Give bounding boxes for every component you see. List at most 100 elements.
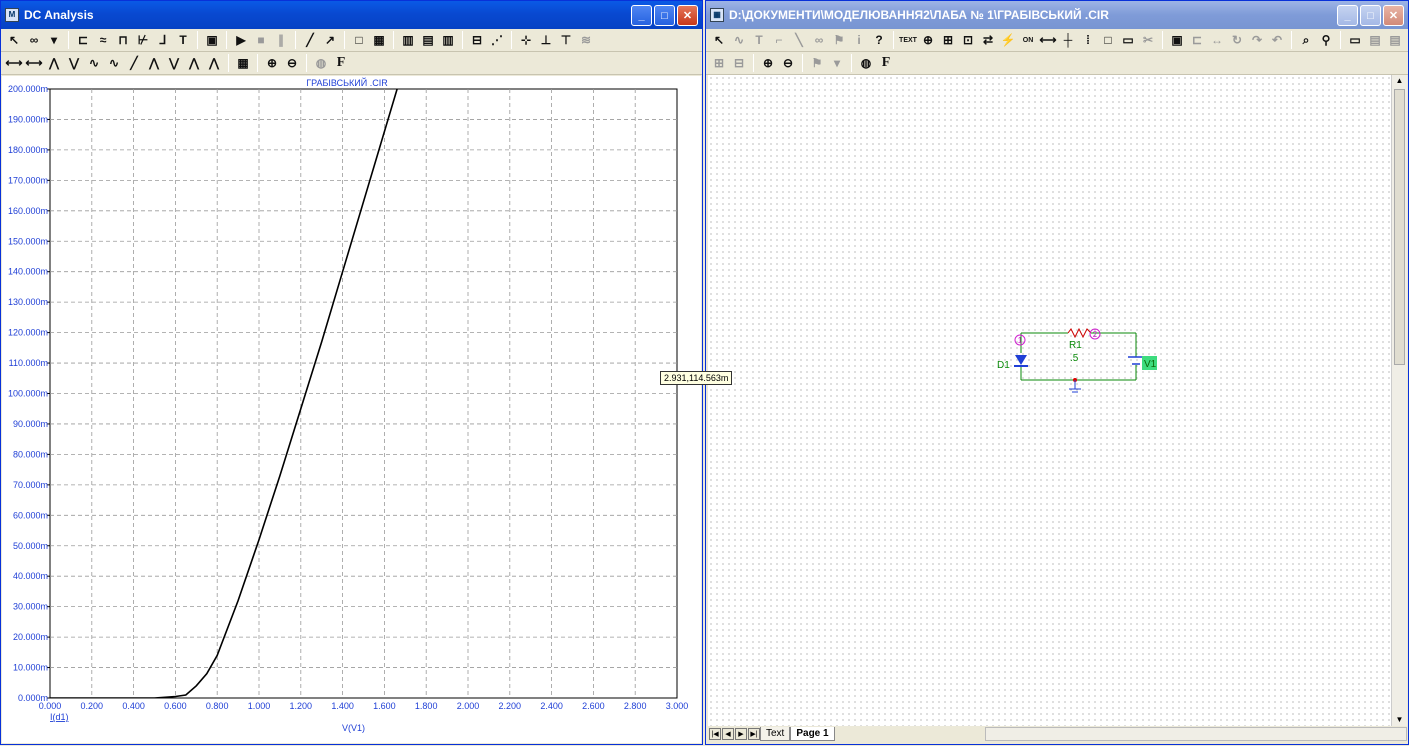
horizontal-scrollbar[interactable] — [984, 727, 1407, 741]
font-icon[interactable]: F — [332, 54, 350, 72]
scroll-thumb[interactable] — [1394, 89, 1405, 365]
dc-transfer-chart[interactable]: 0.000 0.200 0.400 0.600 0.800 1.000 1.200 1.400… — [2, 76, 701, 743]
minimize-button[interactable]: _ — [1337, 5, 1358, 26]
pin-icon[interactable]: ⊞ — [939, 31, 957, 49]
ortho-wire-icon[interactable]: ⌐ — [770, 31, 788, 49]
text-tool-icon[interactable]: T — [750, 31, 768, 49]
attribute-icon[interactable]: ⊡ — [959, 31, 977, 49]
cursor-low-icon[interactable]: ⊤ — [557, 31, 575, 49]
diag-wire-icon[interactable]: ╲ — [790, 31, 808, 49]
slope-icon[interactable]: ⊬ — [134, 31, 152, 49]
tab-text[interactable]: Text — [760, 727, 791, 741]
circuit-diagram[interactable]: 1 2 D1 R1 .5 V1 — [708, 75, 1391, 726]
zoom-in-icon[interactable]: ⊕ — [263, 54, 281, 72]
waveform-icon[interactable]: ≈ — [94, 31, 112, 49]
scale-icon[interactable]: ⊏ — [74, 31, 92, 49]
cross-icon[interactable]: ┼ — [1059, 31, 1077, 49]
probe-icon[interactable]: ∞ — [25, 31, 43, 49]
select-arrow-icon[interactable]: ↖ — [5, 31, 23, 49]
top-icon[interactable]: ⋀ — [185, 54, 203, 72]
box-icon[interactable]: □ — [350, 31, 368, 49]
low-icon[interactable]: ∿ — [105, 54, 123, 72]
on-icon[interactable]: ON — [1019, 31, 1037, 49]
label-curve-icon[interactable]: ⅃ — [154, 31, 172, 49]
resistor-r1[interactable] — [1067, 327, 1092, 339]
table-icon[interactable]: ▦ — [234, 54, 252, 72]
prev-page-icon[interactable]: ◀ — [722, 728, 734, 740]
color-icon[interactable]: ◍ — [312, 54, 330, 72]
global-low-icon[interactable]: ⋁ — [165, 54, 183, 72]
flag-icon[interactable]: ⚑ — [830, 31, 848, 49]
schematic-titlebar[interactable]: ▦ D:\ДОКУМЕНТИ\МОДЕЛЮВАННЯ2\ЛАБА № 1\ГРА… — [706, 1, 1408, 29]
find-icon[interactable]: ⌕ — [1297, 31, 1315, 49]
next-page-icon[interactable]: ▶ — [735, 728, 747, 740]
dropdown-arrow-icon[interactable]: ▾ — [828, 54, 846, 72]
maximize-button[interactable]: □ — [654, 5, 675, 26]
flag-icon[interactable]: ⚑ — [808, 54, 826, 72]
text-icon[interactable]: T — [174, 31, 192, 49]
help-icon[interactable]: ? — [870, 31, 888, 49]
maximize-button[interactable]: □ — [1360, 5, 1381, 26]
first-page-icon[interactable]: |◀ — [709, 728, 721, 740]
scroll-down-icon[interactable]: ▼ — [1394, 715, 1405, 725]
color-icon[interactable]: ◍ — [857, 54, 875, 72]
current-icon[interactable]: ⇄ — [979, 31, 997, 49]
display-icon[interactable]: ▭ — [1346, 31, 1364, 49]
properties-icon[interactable]: ▣ — [203, 31, 221, 49]
zoom-out-icon[interactable]: ⊖ — [283, 54, 301, 72]
peak-icon[interactable]: ⊓ — [114, 31, 132, 49]
binoculars-icon[interactable]: ⚲ — [1317, 31, 1335, 49]
page-del-icon[interactable]: ⊟ — [730, 54, 748, 72]
title-block-icon[interactable]: ▭ — [1119, 31, 1137, 49]
grid-icon[interactable]: ▦ — [370, 31, 388, 49]
border-icon[interactable]: □ — [1099, 31, 1117, 49]
cursor-high-icon[interactable]: ⊥ — [537, 31, 555, 49]
line-icon[interactable]: ⟷ — [1039, 31, 1057, 49]
cursor-left-icon[interactable]: ⟷ — [5, 54, 23, 72]
properties-icon[interactable]: ▣ — [1168, 31, 1186, 49]
zoom-in-icon[interactable]: ⊕ — [759, 54, 777, 72]
rotate-icon[interactable]: ↻ — [1228, 31, 1246, 49]
cursor-right-icon[interactable]: ⟷ — [25, 54, 43, 72]
stop-icon[interactable]: ■ — [252, 31, 270, 49]
node-numbers-icon[interactable]: ⊕ — [919, 31, 937, 49]
diode-d1[interactable] — [1015, 355, 1027, 365]
grid-both-icon[interactable]: ▥ — [439, 31, 457, 49]
schematic-canvas[interactable]: 1 2 D1 R1 .5 V1 — [708, 75, 1391, 726]
valley-find-icon[interactable]: ⋁ — [65, 54, 83, 72]
zoom-out-icon[interactable]: ⊖ — [779, 54, 797, 72]
bottom-icon[interactable]: ⋀ — [205, 54, 223, 72]
power-icon[interactable]: ⚡ — [999, 31, 1017, 49]
probe-icon[interactable]: ∞ — [810, 31, 828, 49]
text-icon[interactable]: TEXT — [899, 31, 917, 49]
info-icon[interactable]: i — [850, 31, 868, 49]
minimize-button[interactable]: _ — [631, 5, 652, 26]
close-button[interactable]: ✕ — [677, 5, 698, 26]
mirror-icon[interactable]: ↔ — [1208, 31, 1226, 49]
run-icon[interactable]: ▶ — [232, 31, 250, 49]
layer2-icon[interactable]: ▤ — [1386, 31, 1404, 49]
close-button[interactable]: ✕ — [1383, 5, 1404, 26]
wire-icon[interactable]: ∿ — [730, 31, 748, 49]
peak-find-icon[interactable]: ⋀ — [45, 54, 63, 72]
global-high-icon[interactable]: ⋀ — [145, 54, 163, 72]
grid-h-icon[interactable]: ▥ — [399, 31, 417, 49]
animate-icon[interactable]: ≋ — [577, 31, 595, 49]
vertical-scrollbar[interactable]: ▲ ▼ — [1391, 75, 1407, 726]
align-icon[interactable]: ⊏ — [1188, 31, 1206, 49]
dropdown-arrow-icon[interactable]: ▾ — [45, 31, 63, 49]
undo-icon[interactable]: ↶ — [1268, 31, 1286, 49]
dc-analysis-titlebar[interactable]: M DC Analysis _ □ ✕ — [1, 1, 702, 29]
page-add-icon[interactable]: ⊞ — [710, 54, 728, 72]
cursor-mode-icon[interactable]: ⊹ — [517, 31, 535, 49]
cut-icon[interactable]: ✂ — [1139, 31, 1157, 49]
tab-page-1[interactable]: Page 1 — [790, 727, 835, 741]
inflection-icon[interactable]: ╱ — [125, 54, 143, 72]
tokens-icon[interactable]: ⊟ — [468, 31, 486, 49]
high-icon[interactable]: ∿ — [85, 54, 103, 72]
redo-icon[interactable]: ↷ — [1248, 31, 1266, 49]
line-icon[interactable]: ╱ — [301, 31, 319, 49]
scroll-up-icon[interactable]: ▲ — [1394, 76, 1405, 86]
layer-icon[interactable]: ▤ — [1366, 31, 1384, 49]
grid-v-icon[interactable]: ▤ — [419, 31, 437, 49]
